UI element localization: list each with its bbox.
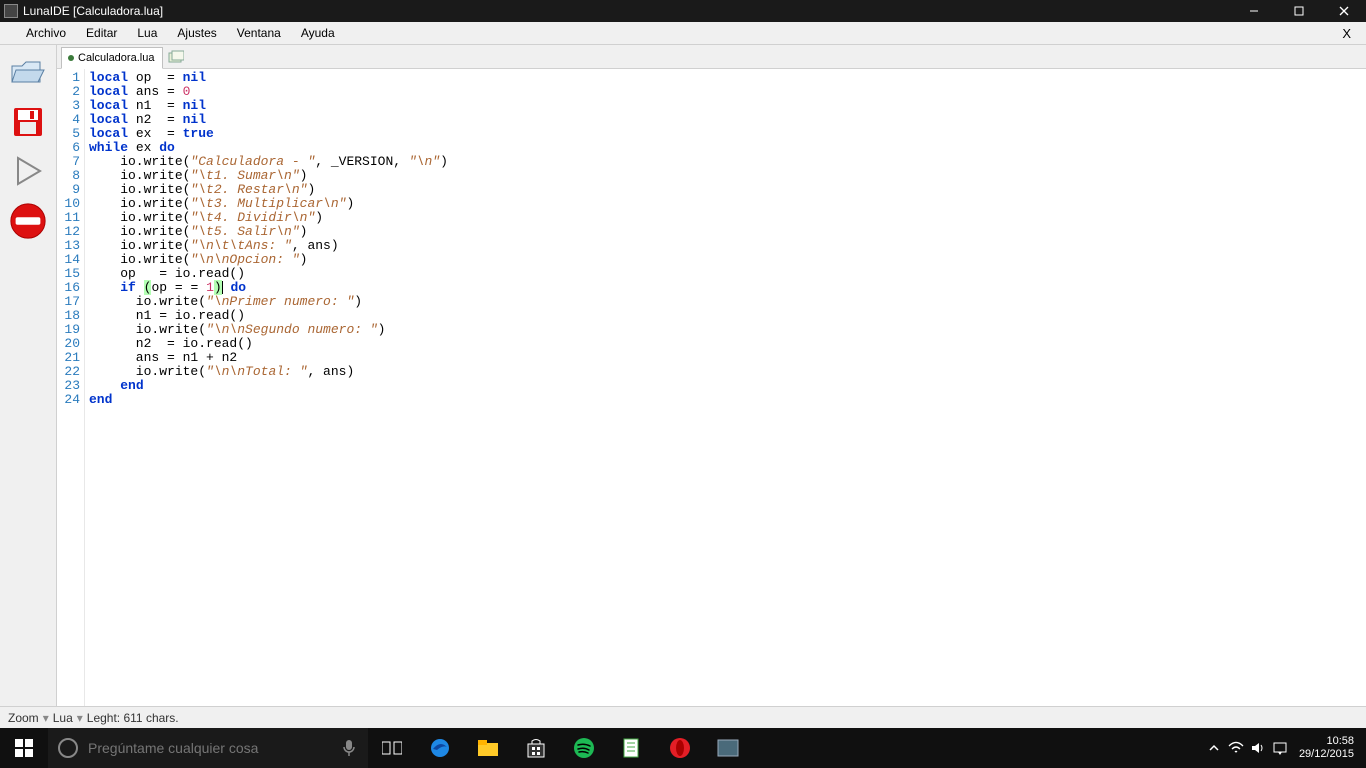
mdi-close-button[interactable]: X — [1327, 26, 1366, 41]
menu-ayuda[interactable]: Ayuda — [291, 23, 345, 43]
close-button[interactable] — [1321, 0, 1366, 22]
taskbar: 10:58 29/12/2015 — [0, 728, 1366, 768]
status-length: Leght: 611 chars. — [87, 711, 179, 725]
new-tab-button[interactable] — [165, 46, 187, 68]
code-body[interactable]: local op = nillocal ans = 0local n1 = ni… — [85, 69, 1366, 706]
stop-button[interactable] — [8, 201, 48, 241]
clock-date: 29/12/2015 — [1299, 748, 1354, 761]
status-bar: Zoom▾ Lua▾ Leght: 611 chars. — [0, 706, 1366, 728]
open-button[interactable] — [8, 51, 48, 91]
menu-ajustes[interactable]: Ajustes — [167, 23, 226, 43]
clock-time: 10:58 — [1299, 735, 1354, 748]
mic-icon[interactable] — [342, 739, 356, 757]
tab-label: Calculadora.lua — [78, 52, 154, 64]
clock[interactable]: 10:58 29/12/2015 — [1291, 735, 1362, 761]
notepadpp-icon[interactable] — [608, 728, 656, 768]
cortana-search[interactable] — [48, 728, 368, 768]
app-icon — [4, 4, 18, 18]
save-button[interactable] — [8, 101, 48, 141]
tab-calculadora[interactable]: Calculadora.lua — [61, 47, 163, 69]
menu-ventana[interactable]: Ventana — [227, 23, 291, 43]
opera-icon[interactable] — [656, 728, 704, 768]
store-icon[interactable] — [512, 728, 560, 768]
spotify-icon[interactable] — [560, 728, 608, 768]
cortana-icon — [58, 738, 78, 758]
status-zoom[interactable]: Zoom — [8, 711, 39, 725]
title-bar: LunaIDE [Calculadora.lua] — [0, 0, 1366, 22]
tab-bar: Calculadora.lua — [57, 45, 1366, 69]
lunaide-taskbar-icon[interactable] — [704, 728, 752, 768]
explorer-icon[interactable] — [464, 728, 512, 768]
wifi-icon[interactable] — [1225, 741, 1247, 755]
menu-archivo[interactable]: Archivo — [16, 23, 76, 43]
edge-icon[interactable] — [416, 728, 464, 768]
start-button[interactable] — [0, 728, 48, 768]
search-input[interactable] — [88, 740, 330, 756]
window-controls — [1231, 0, 1366, 22]
tray-chevron-icon[interactable] — [1203, 744, 1225, 752]
maximize-button[interactable] — [1276, 0, 1321, 22]
menu-editar[interactable]: Editar — [76, 23, 127, 43]
editor-area: Calculadora.lua 123456789101112131415161… — [56, 45, 1366, 706]
line-gutter: 123456789101112131415161718192021222324 — [57, 69, 85, 706]
minimize-button[interactable] — [1231, 0, 1276, 22]
code-editor[interactable]: 123456789101112131415161718192021222324 … — [57, 69, 1366, 706]
volume-icon[interactable] — [1247, 741, 1269, 755]
system-tray: 10:58 29/12/2015 — [1203, 728, 1366, 768]
menu-lua[interactable]: Lua — [127, 23, 167, 43]
taskbar-apps — [368, 728, 752, 768]
menu-bar: Archivo Editar Lua Ajustes Ventana Ayuda… — [0, 22, 1366, 45]
side-toolbar — [0, 45, 56, 706]
window-title: LunaIDE [Calculadora.lua] — [23, 4, 163, 18]
run-button[interactable] — [8, 151, 48, 191]
status-lang[interactable]: Lua — [53, 711, 73, 725]
taskview-icon[interactable] — [368, 728, 416, 768]
tab-modified-icon — [68, 55, 74, 61]
action-center-icon[interactable] — [1269, 741, 1291, 755]
